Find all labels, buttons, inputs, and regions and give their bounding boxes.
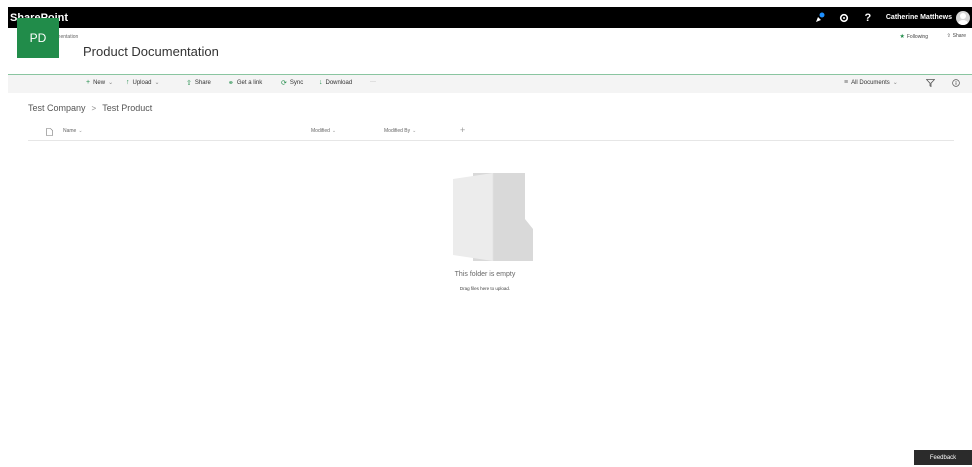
feedback-button[interactable]: Feedback [914,450,972,465]
suite-bar: SharePoint ? Catherine Matthews [8,7,972,28]
sync-icon: ⟳ [281,80,287,87]
chevron-down-icon: ⌄ [412,128,417,134]
list-header: Name ⌄ Modified ⌄ Modified By ⌄ + [28,124,954,141]
upload-arrow-icon: ↑ [126,79,130,86]
more-actions-button[interactable]: ··· [370,79,376,85]
filter-button[interactable] [926,79,935,87]
window-edge [0,0,8,467]
name-column-header[interactable]: Name ⌄ [63,128,83,134]
sync-button[interactable]: ⟳ Sync [281,79,303,87]
empty-state-title: This folder is empty [454,271,516,278]
user-avatar[interactable] [956,10,970,25]
view-label: All Documents [851,79,890,86]
share-icon: ⇧ [946,33,951,39]
folder-breadcrumb: Test Company > Test Product [28,103,152,113]
suite-bar-actions: ? Catherine Matthews [808,7,972,28]
help-icon[interactable]: ? [856,7,880,28]
share-label: Share [194,80,211,86]
settings-gear-icon[interactable] [832,7,856,28]
download-button[interactable]: ↓ Download [319,79,352,86]
breadcrumb-separator: > [91,103,97,113]
upload-button[interactable]: ↑ Upload ⌄ [126,79,160,86]
breadcrumb-item-company[interactable]: Test Company [28,103,86,113]
chevron-down-icon: ⌄ [108,80,114,86]
empty-folder-icon [453,173,533,261]
chevron-down-icon: ⌄ [892,80,898,86]
share-icon: ⇧ [186,80,192,87]
add-column-button[interactable]: + [460,125,465,135]
download-arrow-icon: ↓ [319,79,323,86]
notifications-icon[interactable] [808,7,832,28]
chevron-down-icon: ⌄ [331,128,337,134]
following-button[interactable]: ★ Following [899,33,928,41]
info-button[interactable] [952,79,960,87]
share-button[interactable]: ⇧ Share [186,79,211,87]
chevron-down-icon: ⌄ [154,80,160,86]
site-share-button[interactable]: ⇧ Share [946,33,966,39]
file-type-column-header[interactable] [46,128,53,136]
modified-by-column-label: Modified By [384,128,411,134]
view-switcher[interactable]: ≡ All Documents ⌄ [844,79,898,86]
modified-by-column-header[interactable]: Modified By ⌄ [384,128,416,134]
following-label: Following [906,33,928,40]
upload-label: Upload [132,79,152,86]
file-type-icon [46,128,53,136]
sync-label: Sync [289,80,304,86]
site-logo[interactable]: PD [17,18,59,58]
download-label: Download [325,79,353,86]
plus-icon: + [86,79,91,86]
name-column-label: Name [63,128,77,134]
empty-state-subtitle: Drag files here to upload. [459,286,511,291]
get-link-button[interactable]: ⚭ Get a link [228,79,262,87]
star-icon: ★ [899,34,905,40]
modified-column-header[interactable]: Modified ⌄ [311,128,336,134]
modified-column-label: Modified [311,128,330,134]
get-link-label: Get a link [236,80,263,86]
site-title[interactable]: Product Documentation [83,44,219,59]
info-icon [952,79,960,87]
command-bar: + New ⌄ ↑ Upload ⌄ ⇧ Share ⚭ Get a link … [8,75,972,93]
new-label: New [93,79,106,86]
site-header: Product Documentation Product Documentat… [8,28,972,74]
site-share-label: Share [952,33,966,39]
new-button[interactable]: + New ⌄ [86,79,113,86]
list-view-icon: ≡ [844,79,849,86]
breadcrumb-item-product[interactable]: Test Product [102,103,152,113]
more-label: ··· [370,79,376,85]
filter-icon [926,79,935,87]
chevron-down-icon: ⌄ [78,128,83,134]
user-name[interactable]: Catherine Matthews [886,14,952,21]
link-icon: ⚭ [228,80,234,87]
